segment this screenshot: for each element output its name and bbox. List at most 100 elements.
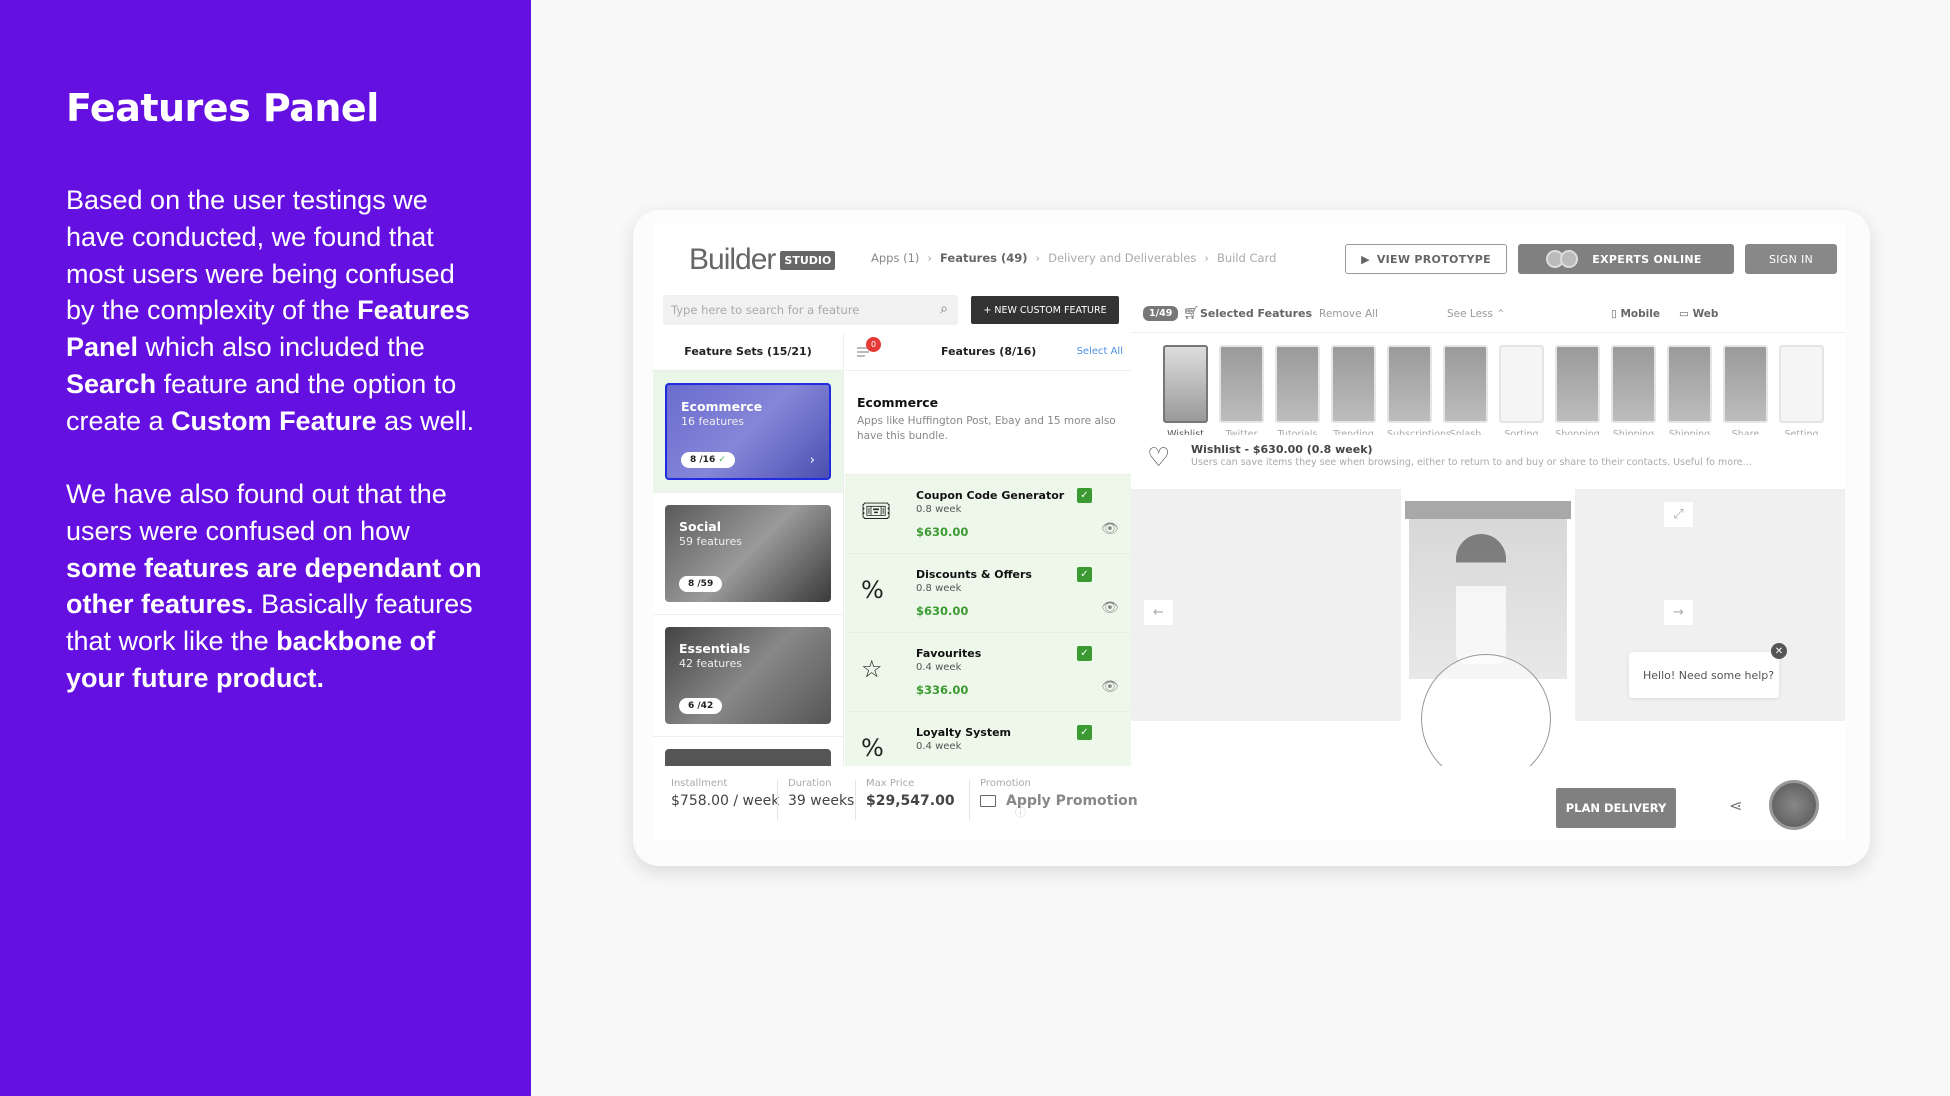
thumbnail-image bbox=[1275, 345, 1320, 423]
next-arrow-icon[interactable]: → bbox=[1663, 599, 1694, 626]
feature-checkbox[interactable]: ✓ bbox=[1077, 646, 1092, 661]
builder-app: Builder STUDIO Apps (1) › Features (49) › De… bbox=[653, 223, 1845, 840]
agent-avatar[interactable] bbox=[1769, 780, 1819, 830]
breadcrumb: Apps (1) › Features (49) › Delivery and Deli… bbox=[871, 251, 1276, 265]
help-chat-bubble[interactable]: Hello! Need some help? bbox=[1629, 652, 1779, 698]
heart-plus-icon: ♡ bbox=[1147, 443, 1171, 473]
bundle-info: Ecommerce Apps like Huffington Post, Eba… bbox=[845, 371, 1131, 475]
thumbnail-image bbox=[1611, 345, 1656, 423]
feature-detail-title: Wishlist - $630.00 (0.8 week) bbox=[1191, 443, 1373, 456]
phone-preview bbox=[1401, 489, 1575, 784]
feature-item[interactable]: % Loyalty System 0.4 week ✓ bbox=[845, 712, 1131, 766]
close-icon[interactable]: ✕ bbox=[1771, 643, 1787, 659]
new-custom-feature-button[interactable]: + NEW CUSTOM FEATURE bbox=[971, 296, 1119, 324]
thumbnail-image bbox=[1723, 345, 1768, 423]
feature-sets-column: Feature Sets (15/21) Ecommerce 16 feature… bbox=[653, 333, 844, 766]
features-column: 0 Features (8/16) Select All Ecommerce A… bbox=[845, 333, 1131, 766]
promo-icon bbox=[980, 795, 996, 807]
feature-item[interactable]: 🎟 Coupon Code Generator 0.8 week $630.00 ✓ 👁︎ bbox=[845, 475, 1131, 554]
selected-count-badge: 1/49 bbox=[1143, 306, 1179, 321]
breadcrumb-item[interactable]: Delivery and Deliverables bbox=[1048, 251, 1196, 265]
feature-set-card[interactable]: Ecommerce 16 features 8 /16 ✓ › bbox=[665, 383, 831, 480]
feature-name: Loyalty System bbox=[916, 726, 1012, 739]
eye-icon[interactable]: 👁︎ bbox=[1101, 600, 1119, 616]
feature-set-name: Essentials bbox=[679, 641, 751, 656]
feature-checkbox[interactable]: ✓ bbox=[1077, 488, 1092, 503]
plan-delivery-button[interactable]: PLAN DELIVERY bbox=[1556, 788, 1676, 828]
eye-icon[interactable]: 👁︎ bbox=[1101, 521, 1119, 537]
feature-checkbox[interactable]: ✓ bbox=[1077, 725, 1092, 740]
feature-set-progress: 8 /16 ✓ bbox=[681, 452, 735, 468]
features-title: Features (8/16) bbox=[941, 345, 1037, 358]
logo[interactable]: Builder STUDIO bbox=[689, 243, 836, 277]
bundle-description: Apps like Huffington Post, Ebay and 15 m… bbox=[857, 415, 1116, 442]
chevron-right-icon: › bbox=[1204, 251, 1209, 265]
thumbnail-image bbox=[1331, 345, 1376, 423]
breadcrumb-item[interactable]: Build Card bbox=[1217, 251, 1276, 265]
chevron-right-icon[interactable]: › bbox=[810, 453, 815, 468]
feature-set-card[interactable] bbox=[665, 749, 831, 766]
chevron-right-icon: › bbox=[1035, 251, 1041, 265]
feature-set-item[interactable]: Essentials 42 features 6 /42 bbox=[653, 615, 843, 737]
max-price-value: $29,547.00 bbox=[866, 793, 955, 809]
thumbnail-image bbox=[1219, 345, 1264, 423]
feature-set-item[interactable]: Social 59 features 8 /59 bbox=[653, 493, 843, 615]
share-icon[interactable]: ⋖ bbox=[1729, 796, 1742, 815]
loyalty-icon: % bbox=[861, 734, 884, 762]
logo-tag: STUDIO bbox=[780, 250, 836, 270]
experts-avatars bbox=[1546, 250, 1579, 268]
duration-value: 39 weeks bbox=[788, 793, 855, 809]
view-prototype-button[interactable]: ▶ VIEW PROTOTYPE bbox=[1345, 244, 1507, 274]
logo-word: Builder bbox=[689, 243, 776, 276]
thumbnail-image bbox=[1443, 345, 1488, 423]
breadcrumb-item[interactable]: Features (49) bbox=[940, 251, 1027, 265]
feature-duration: 0.8 week bbox=[916, 504, 962, 515]
feature-sets-title: Feature Sets (15/21) bbox=[653, 333, 843, 371]
search-icon[interactable]: ⌕ bbox=[940, 301, 948, 317]
footer-bar: Installment $758.00 / week Duration 39 wee… bbox=[653, 766, 1845, 840]
feature-name: Favourites bbox=[916, 647, 982, 660]
coupon-icon: 🎟 bbox=[861, 497, 892, 525]
installment-value: $758.00 / week bbox=[671, 793, 780, 809]
feature-item[interactable]: % Discounts & Offers 0.8 week $630.00 ✓ 👁︎ bbox=[845, 554, 1131, 633]
feature-checkbox[interactable]: ✓ bbox=[1077, 567, 1092, 582]
feature-set-name: Social bbox=[679, 519, 722, 534]
breadcrumb-item[interactable]: Apps (1) bbox=[871, 251, 919, 265]
experts-online-button[interactable]: EXPERTS ONLINE bbox=[1518, 244, 1734, 274]
select-all-link[interactable]: Select All bbox=[1077, 346, 1123, 357]
feature-duration: 0.4 week bbox=[916, 662, 962, 673]
feature-set-card[interactable]: Essentials 42 features 6 /42 bbox=[665, 627, 831, 724]
star-icon: ☆ bbox=[861, 655, 883, 683]
mobile-icon: ▯ bbox=[1611, 307, 1617, 320]
monitor-icon: ▭ bbox=[1679, 307, 1689, 320]
discount-icon: % bbox=[861, 576, 884, 604]
thumbnail-image bbox=[1779, 345, 1824, 423]
feature-set-card[interactable]: Social 59 features 8 /59 bbox=[665, 505, 831, 602]
feature-item[interactable]: ☆ Favourites 0.4 week $336.00 ✓ 👁︎ bbox=[845, 633, 1131, 712]
feature-set-progress: 6 /42 bbox=[679, 698, 723, 714]
thumbnail-image bbox=[1499, 345, 1544, 423]
thumbnail-image bbox=[1667, 345, 1712, 423]
web-toggle[interactable]: ▭ Web bbox=[1679, 308, 1718, 320]
bundle-title: Ecommerce bbox=[857, 395, 939, 410]
mobile-toggle[interactable]: ▯ Mobile bbox=[1611, 308, 1660, 320]
thumbnail-image bbox=[1555, 345, 1600, 423]
cart-icon: 🛒︎ bbox=[1183, 306, 1200, 321]
thumbnail-image bbox=[1387, 345, 1432, 423]
expand-icon[interactable]: ⤢ bbox=[1663, 501, 1694, 528]
prev-arrow-icon[interactable]: ← bbox=[1143, 599, 1174, 626]
search-input[interactable]: Type here to search for a feature ⌕ bbox=[663, 295, 958, 325]
selected-features-panel: 1/49 🛒︎ Selected Features Remove All See… bbox=[1131, 295, 1845, 784]
sign-in-button[interactable]: SIGN IN bbox=[1745, 244, 1837, 274]
feature-name: Discounts & Offers bbox=[916, 568, 1032, 581]
eye-icon[interactable]: 👁︎ bbox=[1101, 679, 1119, 695]
apply-promotion-button[interactable]: Apply Promotion bbox=[980, 793, 1138, 809]
feature-name: Coupon Code Generator bbox=[916, 489, 1065, 502]
paragraph-2: We have also found out that the users we… bbox=[66, 479, 482, 693]
see-less-toggle[interactable]: See Less ⌃ bbox=[1447, 308, 1505, 320]
feature-set-item[interactable]: Ecommerce 16 features 8 /16 ✓ › bbox=[653, 371, 843, 493]
feature-detail: ♡ Wishlist - $630.00 (0.8 week) Users ca… bbox=[1131, 435, 1845, 488]
remove-all-link[interactable]: Remove All bbox=[1319, 308, 1378, 320]
feature-preview: ← → ⤢ Hello! Need some help? ✕ bbox=[1131, 489, 1845, 784]
feature-detail-desc: Users can save items they see when brows… bbox=[1191, 457, 1752, 468]
